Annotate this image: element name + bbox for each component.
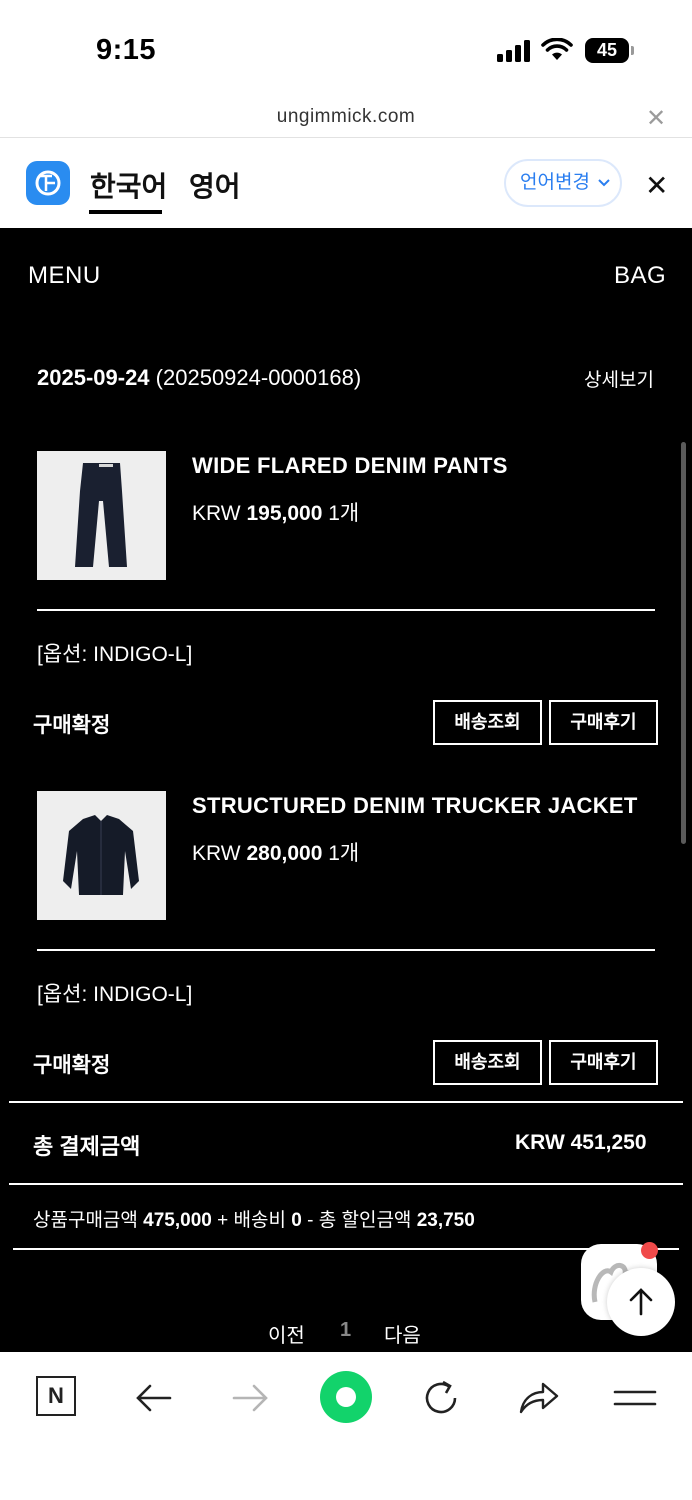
change-language-button[interactable]: 언어변경 — [504, 159, 622, 207]
translate-close-icon[interactable]: ✕ — [645, 169, 668, 202]
chevron-down-icon — [598, 179, 610, 187]
write-review-button[interactable]: 구매후기 — [549, 700, 658, 745]
menu-hamburger-icon[interactable] — [613, 1376, 657, 1420]
scrollbar[interactable] — [681, 442, 686, 844]
scroll-to-top-button[interactable] — [607, 1268, 675, 1336]
back-arrow-icon[interactable] — [132, 1376, 176, 1420]
order-detail-link[interactable]: 상세보기 — [584, 365, 654, 392]
forward-arrow-icon[interactable] — [228, 1376, 272, 1420]
browser-toolbar: N — [0, 1352, 692, 1500]
wifi-icon — [541, 38, 573, 60]
product-name[interactable]: WIDE FLARED DENIM PANTS — [192, 453, 508, 479]
total-payment-value: KRW 451,250 — [515, 1131, 647, 1154]
bag-link[interactable]: BAG — [614, 262, 666, 290]
order-date: 2025-09-24 — [37, 365, 150, 390]
battery-tip — [631, 46, 634, 55]
pagination-current[interactable]: 1 — [340, 1319, 351, 1342]
reload-icon[interactable] — [419, 1376, 463, 1420]
payment-breakdown: 상품구매금액 475,000 + 배송비 0 - 총 할인금액 23,750 — [33, 1210, 475, 1231]
order-date-line: 2025-09-24 (20250924-0000168) — [37, 365, 361, 391]
product-price: KRW 280,000 1개 — [192, 842, 360, 865]
product-image-jacket[interactable] — [37, 791, 166, 920]
browser-url-bar[interactable]: ungimmick.com ✕ — [0, 100, 692, 138]
status-time: 9:15 — [96, 34, 157, 66]
product-image-pants[interactable] — [37, 451, 166, 580]
notification-dot — [641, 1242, 658, 1259]
divider — [37, 949, 655, 951]
divider — [13, 1248, 679, 1250]
divider — [37, 609, 655, 611]
status-bar: 9:15 45 — [0, 0, 692, 100]
product-option: [옵션: INDIGO-L] — [37, 983, 193, 1006]
battery-indicator: 45 — [585, 38, 629, 63]
translate-logo-icon — [26, 161, 70, 205]
product-option: [옵션: INDIGO-L] — [37, 643, 193, 666]
order-number: (20250924-0000168) — [155, 365, 362, 390]
translate-bar: 한국어 영어 언어변경 ✕ — [0, 139, 692, 228]
write-review-button[interactable]: 구매후기 — [549, 1040, 658, 1085]
share-icon[interactable] — [517, 1376, 561, 1420]
arrow-up-icon — [629, 1288, 653, 1316]
tab-english[interactable]: 영어 — [189, 165, 241, 205]
tab-korean[interactable]: 한국어 — [90, 165, 167, 205]
green-dot-button[interactable] — [320, 1371, 372, 1423]
product-name[interactable]: STRUCTURED DENIM TRUCKER JACKET — [192, 793, 638, 819]
menu-link[interactable]: MENU — [28, 262, 101, 290]
divider — [9, 1101, 683, 1103]
pagination-prev[interactable]: 이전 — [268, 1319, 305, 1348]
url-close-icon[interactable]: ✕ — [646, 104, 666, 133]
url-text[interactable]: ungimmick.com — [0, 106, 692, 128]
product-price: KRW 195,000 1개 — [192, 502, 360, 525]
track-delivery-button[interactable]: 배송조회 — [433, 1040, 542, 1085]
track-delivery-button[interactable]: 배송조회 — [433, 700, 542, 745]
divider — [9, 1183, 683, 1185]
naver-home-icon[interactable]: N — [36, 1376, 76, 1416]
order-status: 구매확정 — [33, 714, 111, 737]
pagination-next[interactable]: 다음 — [384, 1319, 421, 1348]
change-language-label: 언어변경 — [520, 172, 590, 193]
order-status: 구매확정 — [33, 1054, 111, 1077]
active-tab-underline — [89, 210, 162, 214]
order-history-page: MENU BAG 2025-09-24 (20250924-0000168) 상… — [0, 228, 692, 1352]
cellular-signal-icon — [497, 40, 531, 62]
total-payment-label: 총 결제금액 — [33, 1134, 141, 1159]
